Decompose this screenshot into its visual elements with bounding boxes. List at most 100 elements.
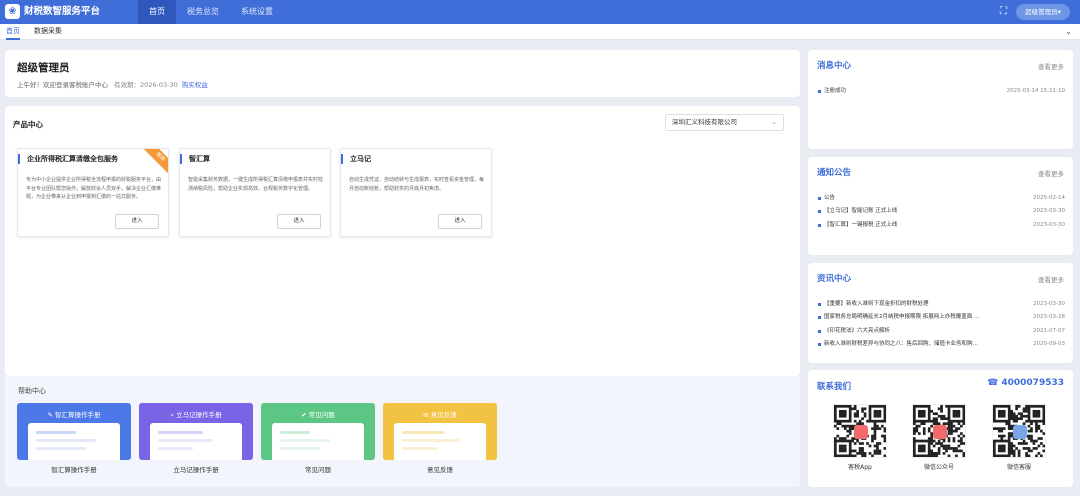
qr-module — [960, 442, 963, 445]
qr-module — [873, 434, 877, 438]
news-list: 【重要】新收入准则下现金折扣的财税处理 2023-03-30 国家税务总局明确延长… — [818, 298, 1065, 351]
qr-module — [952, 409, 956, 413]
list-item[interactable]: 【立马记】智能记账 正式上线 2023-03-30 — [818, 205, 1065, 218]
qr-module — [1042, 449, 1046, 453]
help-card-faq[interactable]: ✔ 常见问题 — [261, 403, 375, 460]
qr-module — [997, 409, 1001, 413]
company-select[interactable]: 深圳汇义科技有限公司 ⌄ — [665, 114, 784, 131]
qr-module — [846, 439, 850, 443]
tab-dropdown-chevron-icon[interactable]: ⌄ — [1065, 24, 1072, 40]
qr-module — [995, 439, 999, 443]
view-more-link[interactable]: 查看更多 — [1038, 61, 1064, 71]
help-card-label[interactable]: 智汇算操作手册 — [17, 464, 131, 474]
qr-module — [1010, 412, 1014, 416]
qr-module — [920, 439, 924, 443]
qr-module — [922, 405, 926, 408]
qr-module — [950, 419, 953, 423]
user-menu-button[interactable]: 超级管理员▾ — [1016, 4, 1070, 20]
help-card-manual-zhs[interactable]: ✎ 智汇算操作手册 — [17, 403, 131, 460]
qr-module — [1037, 424, 1041, 428]
qr-module — [843, 444, 847, 448]
enter-button[interactable]: 进入 — [438, 214, 482, 229]
list-item[interactable]: 国家税务总局明确延长2月纳税申报期限 拓展网上办税覆盖面 … 2023-03-28 — [818, 311, 1065, 324]
illustration — [394, 423, 486, 460]
nav-home[interactable]: 首页 — [138, 0, 176, 24]
qr-module — [861, 442, 864, 445]
product-center-title: 产品中心 — [13, 120, 43, 129]
qr-module — [993, 452, 996, 455]
qr-module — [868, 452, 872, 455]
qr-module — [993, 439, 996, 443]
list-item[interactable]: 《印花税法》六大亮点解析 2021-07-07 — [818, 325, 1065, 338]
qr-module — [997, 405, 1001, 408]
qr-module — [915, 427, 919, 430]
qr-module — [834, 412, 837, 416]
qr-module — [955, 414, 958, 418]
bullet-icon — [818, 197, 821, 200]
product-center-panel: 产品中心 — [5, 106, 800, 376]
help-card-heading-text: 智汇算操作手册 — [55, 411, 101, 419]
qr-module — [1030, 439, 1033, 443]
qr-module — [1020, 412, 1023, 416]
qr-module — [922, 432, 926, 435]
qr-module — [922, 419, 926, 423]
qr-module — [876, 409, 879, 413]
help-card-label[interactable]: 常见问题 — [261, 464, 375, 474]
product-card: 智汇算 智能采集财务数据，一键生成所得税汇算清缴申报表并实时检测纳税风险，帮助企… — [179, 148, 331, 237]
illustration — [28, 423, 120, 460]
qr-module — [883, 414, 887, 418]
help-card-feedback[interactable]: ✉ 意见反馈 — [383, 403, 497, 460]
enter-button[interactable]: 进入 — [277, 214, 321, 229]
list-item[interactable]: 【重要】新收入准则下现金折扣的财税处理 2023-03-30 — [818, 298, 1065, 311]
help-card-label[interactable]: 立马记操作手册 — [139, 464, 253, 474]
qr-module — [927, 439, 931, 443]
qr-module — [930, 439, 934, 443]
tab-data-collection[interactable]: 数据采集 — [34, 24, 62, 40]
qr-module — [836, 439, 840, 443]
qr-module — [1017, 452, 1021, 455]
help-card-label[interactable]: 意见反馈 — [383, 464, 497, 474]
view-more-link[interactable]: 查看更多 — [1038, 274, 1064, 284]
buy-rights-link[interactable]: 购买权益 — [182, 81, 208, 89]
qr-module — [937, 442, 941, 445]
qr-module — [947, 454, 951, 458]
nav-system-settings[interactable]: 系统设置 — [230, 0, 284, 24]
notice-title: 通知公告 — [817, 168, 852, 178]
qr-module — [937, 439, 941, 443]
help-card-manual-lmj[interactable]: ⌕ 立马记操作手册 — [139, 403, 253, 460]
enter-button[interactable]: 进入 — [115, 214, 159, 229]
qr-module — [861, 409, 864, 413]
qr-module — [930, 452, 934, 455]
qr-module — [962, 419, 966, 423]
qr-module — [1027, 417, 1031, 421]
qr-module — [950, 427, 953, 430]
qr-module — [955, 449, 958, 453]
qr-module — [960, 437, 963, 440]
qr-module — [917, 419, 921, 423]
expiry-date: 2026-03-30 — [140, 81, 178, 89]
qr-module — [993, 454, 996, 458]
qr-module — [876, 414, 879, 418]
qr-module — [1015, 417, 1018, 421]
help-card-heading: ✔ 常见问题 — [261, 409, 375, 419]
list-item[interactable]: 新收入准则财税差异与协同之八：售后回购、储值卡业务和购… 2020-09-03 — [818, 338, 1065, 351]
qr-module — [861, 449, 864, 453]
fullscreen-icon[interactable]: ⛶ — [1000, 5, 1007, 18]
qr-module — [962, 454, 966, 458]
list-item[interactable]: 公告 2025-02-14 — [818, 192, 1065, 205]
list-item[interactable]: 【智汇算】一键报税 正式上线 2023-03-30 — [818, 219, 1065, 232]
qr-module — [848, 417, 852, 421]
qr-module — [1027, 405, 1031, 408]
list-item-text: 【重要】新收入准则下现金折扣的财税处理 — [824, 301, 929, 307]
qr-module — [834, 449, 837, 453]
qr-module — [848, 409, 852, 413]
view-more-link[interactable]: 查看更多 — [1038, 168, 1064, 178]
tab-home[interactable]: 首页 — [6, 24, 20, 40]
nav-tax-overview[interactable]: 税务总览 — [176, 0, 230, 24]
list-item[interactable]: 注册成功 2025-03-14 15:11:10 — [818, 85, 1065, 98]
qr-module — [873, 427, 877, 430]
qr-label: 客税App — [848, 464, 872, 471]
qr-module — [846, 454, 850, 458]
qr-module — [843, 405, 847, 408]
bullet-icon — [818, 210, 821, 214]
